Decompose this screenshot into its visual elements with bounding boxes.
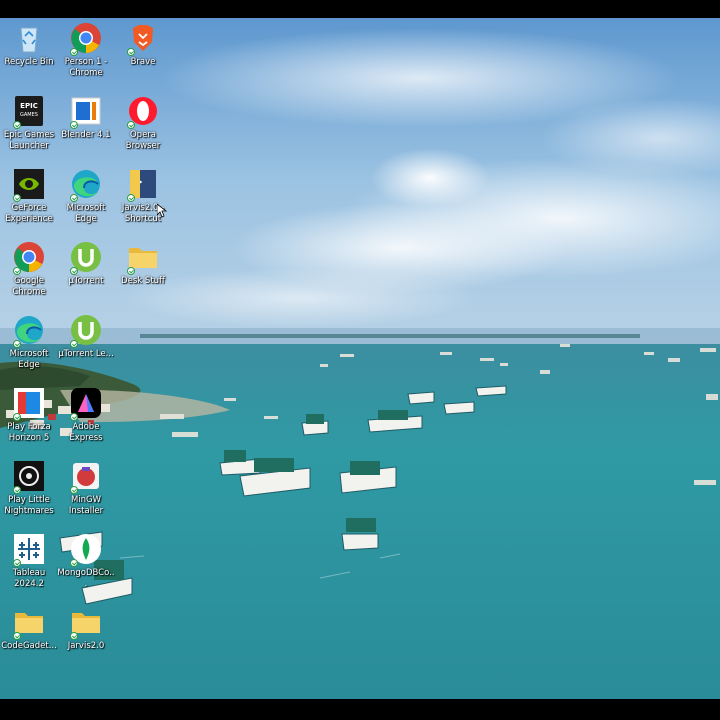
desktop-icon-label: Desk Stuff: [121, 276, 165, 286]
sync-status-icon: [127, 121, 135, 129]
mongodb-icon: [70, 533, 102, 567]
geforce-icon: [13, 168, 45, 202]
sync-status-icon: [70, 486, 78, 494]
desktop-icon-blender-4-1[interactable]: Blender 4.1: [57, 95, 115, 141]
sync-status-icon: [70, 267, 78, 275]
desktop-icon-label: GeForce Experience: [5, 203, 53, 224]
forza-icon: [13, 387, 45, 421]
desktop-icon-mongodbco[interactable]: MongoDBCo...: [57, 533, 115, 590]
desktop-icon-person-1-chrome[interactable]: Person 1 - Chrome: [57, 22, 115, 79]
sync-status-icon: [127, 48, 135, 56]
desktop-screen: Recycle Bin Person 1 - Chrome Brave EPIC GAM…: [0, 0, 720, 720]
sync-status-icon: [13, 194, 21, 202]
epic-games-icon: EPIC GAMES: [13, 95, 45, 129]
desktop-icon-label: µTorrent: [68, 276, 104, 286]
sync-status-icon: [70, 413, 78, 421]
chrome-icon: [13, 241, 45, 275]
desktop-icon-label: Blender 4.1: [61, 130, 111, 140]
desktop-icon-torrent-le[interactable]: µTorrent Le...: [57, 314, 115, 360]
sync-status-icon: [127, 194, 135, 202]
sync-status-icon: [70, 340, 78, 348]
desktop-icon-jarvis2-0[interactable]: Jarvis2.0: [57, 606, 115, 652]
opera-icon: [127, 95, 159, 129]
sync-status-icon: [70, 559, 78, 567]
desktop-icon-label: Google Chrome: [12, 276, 46, 297]
desktop-icon-label: Play Forza Horizon 5: [7, 422, 51, 443]
tableau-icon: [13, 533, 45, 567]
sync-status-icon: [70, 194, 78, 202]
desktop-icon-play-little-nightmares[interactable]: Play Little Nightmares: [0, 460, 58, 517]
svg-text:EPIC: EPIC: [20, 102, 38, 110]
adobe-express-icon: [70, 387, 102, 421]
utorrent-icon: [70, 241, 102, 275]
sync-status-icon: [13, 559, 21, 567]
desktop-icon-label: Person 1 - Chrome: [64, 57, 108, 78]
brave-icon: [127, 22, 159, 56]
sync-status-icon: [70, 48, 78, 56]
sync-status-icon: [127, 267, 135, 275]
sync-status-icon: [13, 413, 21, 421]
desktop-icon-label: Opera Browser: [125, 130, 161, 151]
mouse-cursor-icon: [157, 204, 167, 218]
desktop-icon-label: Play Little Nightmares: [4, 495, 54, 516]
desktop-icon-adobe-express[interactable]: Adobe Express: [57, 387, 115, 444]
mingw-icon: [70, 460, 102, 494]
desktop-icon-google-chrome[interactable]: Google Chrome: [0, 241, 58, 298]
svg-text:GAMES: GAMES: [20, 112, 38, 118]
desktop-icon-label: Microsoft Edge: [66, 203, 106, 224]
blender-icon: [70, 95, 102, 129]
desktop-icon-label: Microsoft Edge: [9, 349, 49, 370]
shortcut-icon: [127, 168, 159, 202]
desktop-icon-play-forza-horizon-5[interactable]: Play Forza Horizon 5: [0, 387, 58, 444]
sync-status-icon: [13, 267, 21, 275]
desktop-icon-epic-games-launcher[interactable]: EPIC GAMES Epic Games Launcher: [0, 95, 58, 152]
desktop-icon-geforce-experience[interactable]: GeForce Experience: [0, 168, 58, 225]
desktop-icon-label: Epic Games Launcher: [3, 130, 55, 151]
folder-icon: [127, 241, 159, 275]
sync-status-icon: [13, 121, 21, 129]
desktop-icon-label: MinGW Installer: [68, 495, 104, 516]
utorrent-icon: [70, 314, 102, 348]
desktop-icon-label: Brave: [130, 57, 156, 67]
edge-icon: [13, 314, 45, 348]
desktop-icon-torrent[interactable]: µTorrent: [57, 241, 115, 287]
desktop-icon-microsoft-edge[interactable]: Microsoft Edge: [57, 168, 115, 225]
desktop-icon-label: µTorrent Le...: [58, 349, 114, 359]
desktop-icon-microsoft-edge[interactable]: Microsoft Edge: [0, 314, 58, 371]
folder-icon: [70, 606, 102, 640]
desktop-icon-mingw-installer[interactable]: MinGW Installer: [57, 460, 115, 517]
sync-status-icon: [70, 121, 78, 129]
chrome-icon: [70, 22, 102, 56]
desktop-icon-desk-stuff[interactable]: Desk Stuff: [114, 241, 172, 287]
sync-status-icon: [13, 340, 21, 348]
desktop-icon-codegadet[interactable]: CodeGadet...: [0, 606, 58, 652]
desktop-icon-opera-browser[interactable]: Opera Browser: [114, 95, 172, 152]
desktop-icon-label: Recycle Bin: [4, 57, 54, 67]
desktop-icon-recycle-bin[interactable]: Recycle Bin: [0, 22, 58, 68]
desktop-icon-label: CodeGadet...: [1, 641, 57, 651]
sync-status-icon: [13, 632, 21, 640]
folder-icon: [13, 606, 45, 640]
desktop-icon-brave[interactable]: Brave: [114, 22, 172, 68]
desktop-icon-tableau-2024-2[interactable]: Tableau 2024.2: [0, 533, 58, 590]
little-nightmares-icon: [13, 460, 45, 494]
desktop-icon-label: Tableau 2024.2: [12, 568, 46, 589]
desktop-icon-label: Adobe Express: [69, 422, 103, 443]
sync-status-icon: [13, 486, 21, 494]
edge-icon: [70, 168, 102, 202]
sync-status-icon: [70, 632, 78, 640]
desktop-icon-label: Jarvis2.0: [67, 641, 105, 651]
desktop-icon-label: MongoDBCo...: [57, 568, 115, 589]
recycle-bin-icon: [13, 22, 45, 54]
